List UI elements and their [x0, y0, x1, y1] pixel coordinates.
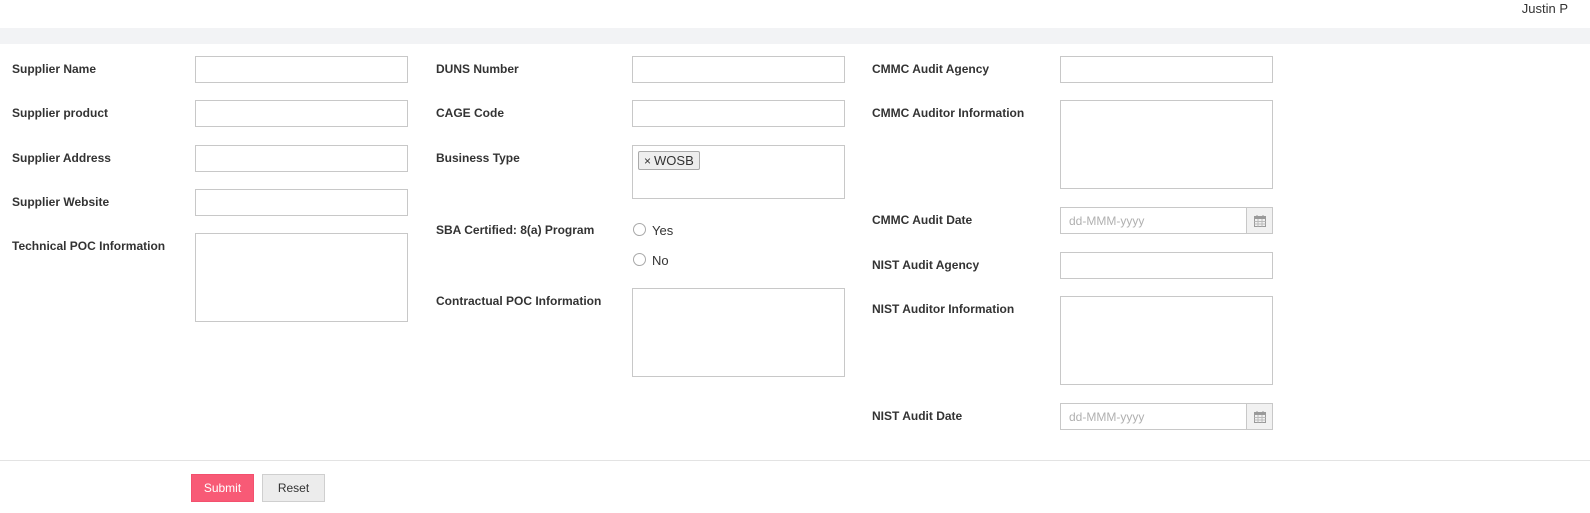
cmmc-date-picker-button[interactable] [1246, 207, 1273, 234]
duns-number-label: DUNS Number [436, 62, 519, 76]
supplier-address-label: Supplier Address [12, 151, 111, 165]
technical-poc-label: Technical POC Information [12, 239, 166, 253]
reset-button[interactable]: Reset [262, 474, 325, 502]
contractual-poc-textarea[interactable] [632, 288, 845, 377]
supplier-website-input[interactable] [195, 189, 408, 216]
sba-certified-label: SBA Certified: 8(a) Program [436, 223, 595, 237]
supplier-address-input[interactable] [195, 145, 408, 172]
nist-audit-agency-label: NIST Audit Agency [872, 258, 980, 272]
nist-date-picker-button[interactable] [1246, 403, 1273, 430]
cmmc-audit-date-label: CMMC Audit Date [872, 213, 973, 227]
business-type-label: Business Type [436, 151, 520, 165]
cmmc-auditor-info-label: CMMC Auditor Information [872, 106, 1025, 120]
sba-no-label[interactable]: No [652, 253, 669, 268]
sba-yes-radio[interactable] [633, 223, 646, 236]
nist-audit-date-label: NIST Audit Date [872, 409, 963, 423]
cage-code-label: CAGE Code [436, 106, 505, 120]
nist-audit-date-input[interactable] [1060, 403, 1247, 430]
contractual-poc-label: Contractual POC Information [436, 294, 602, 308]
cage-code-input[interactable] [632, 100, 845, 127]
supplier-product-input[interactable] [195, 100, 408, 127]
nist-audit-agency-input[interactable] [1060, 252, 1273, 279]
nist-auditor-info-label: NIST Auditor Information [872, 302, 1015, 316]
header-strip [0, 28, 1590, 44]
cmmc-audit-date-input[interactable] [1060, 207, 1247, 234]
tag-remove-icon[interactable]: × [644, 154, 651, 168]
cmmc-audit-agency-label: CMMC Audit Agency [872, 62, 990, 76]
calendar-icon [1254, 215, 1266, 227]
tag-label: WOSB [654, 153, 694, 168]
sba-yes-label[interactable]: Yes [652, 223, 673, 238]
supplier-name-label: Supplier Name [12, 62, 97, 76]
duns-number-input[interactable] [632, 56, 845, 83]
cmmc-audit-agency-input[interactable] [1060, 56, 1273, 83]
cmmc-auditor-info-textarea[interactable] [1060, 100, 1273, 189]
sba-no-radio[interactable] [633, 253, 646, 266]
cmmc-audit-date-picker [1060, 207, 1273, 234]
supplier-product-label: Supplier product [12, 106, 108, 120]
nist-auditor-info-textarea[interactable] [1060, 296, 1273, 385]
supplier-name-input[interactable] [195, 56, 408, 83]
business-type-tag: × WOSB [638, 151, 700, 170]
form-divider [0, 460, 1590, 461]
nist-audit-date-picker [1060, 403, 1273, 430]
business-type-multiselect[interactable]: × WOSB [632, 145, 845, 199]
top-bar: Justin P [0, 0, 1590, 28]
calendar-icon [1254, 411, 1266, 423]
technical-poc-textarea[interactable] [195, 233, 408, 322]
user-name[interactable]: Justin P [1522, 1, 1568, 16]
supplier-website-label: Supplier Website [12, 195, 110, 209]
submit-button[interactable]: Submit [191, 474, 254, 502]
